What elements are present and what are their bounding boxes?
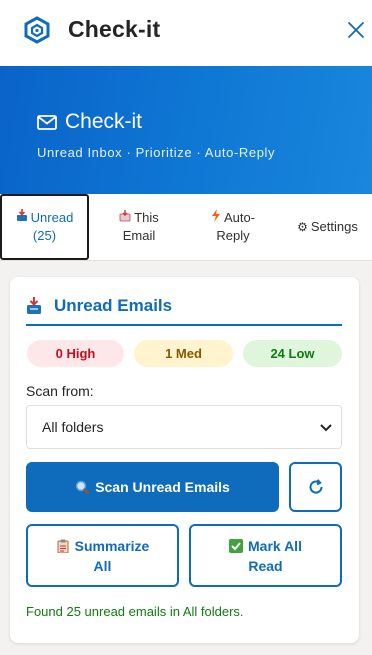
title-bar: Check-it bbox=[0, 0, 372, 66]
tab-settings[interactable]: ⚙ Settings bbox=[283, 194, 372, 260]
gear-icon: ⚙ bbox=[297, 220, 308, 234]
scan-unread-button[interactable]: Scan Unread Emails bbox=[26, 462, 279, 512]
hero-banner: Check-it Unread Inbox · Prioritize · Aut… bbox=[0, 66, 372, 194]
tab-this-label-1: This bbox=[134, 210, 159, 225]
envelope-arrow-icon bbox=[119, 209, 131, 227]
refresh-icon bbox=[309, 479, 323, 494]
hexagon-logo-icon bbox=[24, 16, 50, 44]
mark-read-label-1: Mark All bbox=[248, 537, 302, 554]
card-title: Unread Emails bbox=[54, 296, 173, 315]
tab-unread-label-2: (25) bbox=[32, 228, 57, 243]
hero-title-row: Check-it bbox=[37, 110, 142, 134]
low-priority-badge: 24 Low bbox=[243, 340, 342, 367]
lightning-icon bbox=[211, 209, 221, 227]
tab-this-email[interactable]: This Email bbox=[93, 194, 185, 260]
divider bbox=[26, 324, 342, 326]
scan-unread-label: Scan Unread Emails bbox=[95, 479, 230, 495]
close-icon[interactable] bbox=[344, 18, 368, 42]
check-mark-icon bbox=[229, 538, 244, 553]
hero-subtitle: Unread Inbox · Prioritize · Auto-Reply bbox=[37, 145, 276, 160]
tab-auto-reply[interactable]: Auto- Reply bbox=[188, 194, 278, 260]
magnifier-icon bbox=[75, 480, 90, 494]
card-header: Unread Emails bbox=[26, 296, 172, 316]
tab-auto-label-1: Auto- bbox=[223, 210, 256, 225]
chevron-down-icon bbox=[320, 424, 332, 432]
folder-select[interactable]: All folders bbox=[26, 405, 342, 449]
refresh-button[interactable] bbox=[289, 462, 342, 512]
medium-priority-badge: 1 Med bbox=[134, 340, 233, 367]
summarize-all-button[interactable]: Summarize All bbox=[26, 524, 179, 587]
clipboard-icon bbox=[57, 539, 69, 553]
app-title: Check-it bbox=[68, 16, 161, 42]
summarize-label-2: All bbox=[93, 557, 112, 574]
mark-read-label-2: Read bbox=[248, 557, 283, 574]
hero-title: Check-it bbox=[65, 110, 143, 133]
mark-all-read-button[interactable]: Mark All Read bbox=[189, 524, 342, 587]
tab-bar: Unread (25) This Email Auto- Reply ⚙ Sett… bbox=[0, 194, 372, 261]
summarize-label-1: Summarize bbox=[74, 537, 150, 554]
tab-auto-label-2: Reply bbox=[216, 228, 250, 243]
folder-select-value: All folders bbox=[42, 419, 104, 435]
inbox-tray-icon bbox=[16, 209, 28, 227]
scan-from-label: Scan from: bbox=[26, 383, 94, 399]
tab-unread[interactable]: Unread (25) bbox=[0, 194, 89, 260]
tab-unread-label-1: Unread bbox=[30, 210, 74, 225]
inbox-tray-icon bbox=[27, 297, 41, 314]
unread-emails-card: Unread Emails 0 High 1 Med 24 Low Scan f… bbox=[10, 277, 359, 643]
high-priority-badge: 0 High bbox=[27, 340, 124, 367]
tab-this-label-2: Email bbox=[122, 228, 156, 243]
tab-settings-label: Settings bbox=[310, 219, 358, 234]
status-message: Found 25 unread emails in All folders. bbox=[26, 604, 244, 619]
mail-icon bbox=[37, 114, 57, 130]
